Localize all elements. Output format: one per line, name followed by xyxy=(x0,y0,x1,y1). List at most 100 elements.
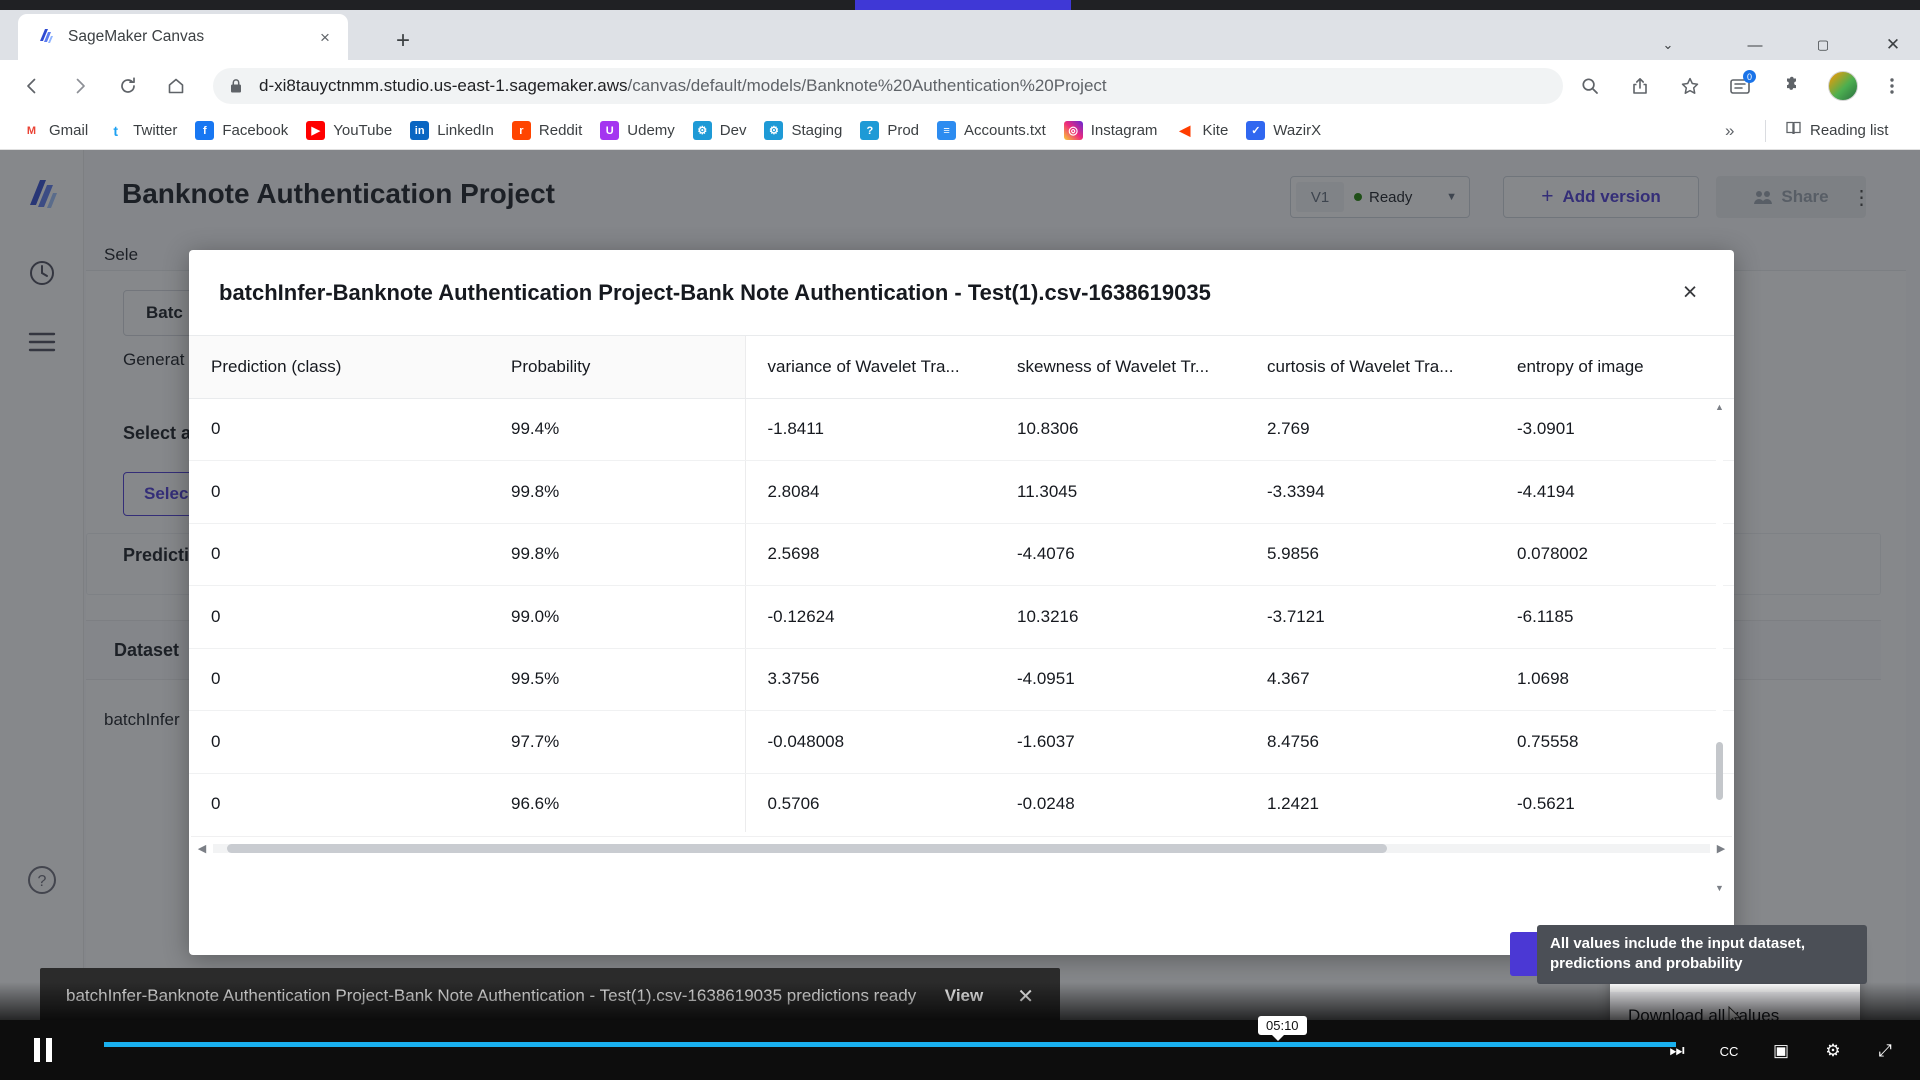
table-cell-entropy: 0.75558 xyxy=(1495,711,1734,774)
bookmark-linkedin[interactable]: inLinkedIn xyxy=(402,117,502,145)
scroll-up-arrow-icon[interactable]: ▲ xyxy=(1713,402,1726,416)
bookmarks-overflow-icon[interactable]: » xyxy=(1725,121,1734,141)
avatar[interactable] xyxy=(1828,71,1858,101)
table-cell-skewness: -0.0248 xyxy=(995,773,1245,832)
bookmark-label: YouTube xyxy=(333,122,392,139)
table-cell-prediction: 0 xyxy=(189,523,489,586)
scroll-down-arrow-icon[interactable]: ▼ xyxy=(1713,883,1726,897)
pause-icon[interactable] xyxy=(34,1038,56,1062)
bookmark-label: Udemy xyxy=(627,122,675,139)
horizontal-scrollbar[interactable]: ◀ ▶ xyxy=(191,836,1732,860)
table-row: 099.5%3.3756-4.09514.3671.0698 xyxy=(189,648,1734,711)
table-cell-probability: 99.0% xyxy=(489,586,745,649)
reading-list-label: Reading list xyxy=(1810,122,1888,139)
autoplay-icon[interactable]: ⏭ xyxy=(1664,1040,1690,1062)
bookmark-accounts-txt[interactable]: ≡Accounts.txt xyxy=(929,117,1054,145)
bookmark-youtube[interactable]: ▶ YouTube xyxy=(298,117,400,145)
three-dot-menu-icon[interactable] xyxy=(1874,68,1910,104)
table-cell-variance: 2.8084 xyxy=(745,461,995,524)
table-column-header: skewness of Wavelet Tr... xyxy=(995,336,1245,398)
modal-title: batchInfer-Banknote Authentication Proje… xyxy=(219,280,1211,306)
table-cell-probability: 97.7% xyxy=(489,711,745,774)
fullscreen-icon[interactable]: ⤢ xyxy=(1872,1040,1898,1062)
table-cell-skewness: -4.4076 xyxy=(995,523,1245,586)
bookmark-dev[interactable]: ⚙Dev xyxy=(685,117,755,145)
share-icon[interactable] xyxy=(1622,68,1658,104)
table-header-row: Prediction (class)Probabilityvariance of… xyxy=(189,336,1734,398)
predictions-table: Prediction (class)Probabilityvariance of… xyxy=(189,336,1734,832)
browser-tab-sagemaker-canvas[interactable]: SageMaker Canvas × xyxy=(18,14,348,60)
chevron-down-icon[interactable]: ⌄ xyxy=(1655,32,1681,58)
home-icon[interactable] xyxy=(158,68,194,104)
bookmark-instagram[interactable]: ◎Instagram xyxy=(1056,117,1166,145)
reddit-icon: r xyxy=(512,121,531,140)
extension-badge-icon[interactable]: 0 xyxy=(1722,68,1758,104)
table-cell-skewness: 10.8306 xyxy=(995,398,1245,461)
tab-close-icon[interactable]: × xyxy=(312,24,338,50)
table-cell-prediction: 0 xyxy=(189,586,489,649)
horizontal-scroll-thumb[interactable] xyxy=(227,844,1387,853)
horizontal-scroll-track[interactable] xyxy=(213,844,1710,853)
new-tab-button[interactable]: + xyxy=(388,26,418,56)
scroll-right-arrow-icon[interactable]: ▶ xyxy=(1710,842,1732,855)
table-cell-entropy: -3.0901 xyxy=(1495,398,1734,461)
bookmark-reddit[interactable]: rReddit xyxy=(504,117,590,145)
table-cell-skewness: 11.3045 xyxy=(995,461,1245,524)
table-cell-prediction: 0 xyxy=(189,648,489,711)
back-icon[interactable] xyxy=(14,68,50,104)
video-progress-track[interactable] xyxy=(104,1042,1676,1047)
bookmark-twitter[interactable]: tTwitter xyxy=(98,117,185,145)
star-icon[interactable] xyxy=(1672,68,1708,104)
table-cell-skewness: -1.6037 xyxy=(995,711,1245,774)
table-cell-curtosis: 2.769 xyxy=(1245,398,1495,461)
bookmark-udemy[interactable]: UUdemy xyxy=(592,117,683,145)
bookmark-wazirx[interactable]: ✓WazirX xyxy=(1238,117,1329,145)
table-cell-entropy: -6.1185 xyxy=(1495,586,1734,649)
table-cell-skewness: 10.3216 xyxy=(995,586,1245,649)
reading-list-button[interactable]: Reading list xyxy=(1785,120,1888,142)
bookmark-label: Prod xyxy=(887,122,919,139)
bookmarks-divider xyxy=(1765,120,1766,142)
window-close-button[interactable]: ✕ xyxy=(1880,32,1906,58)
table-cell-curtosis: 8.4756 xyxy=(1245,711,1495,774)
address-bar[interactable]: d-xi8tauyctnmm.studio.us-east-1.sagemake… xyxy=(213,68,1563,104)
table-cell-curtosis: 5.9856 xyxy=(1245,523,1495,586)
table-cell-variance: 3.3756 xyxy=(745,648,995,711)
magnifier-icon[interactable] xyxy=(1572,68,1608,104)
table-column-header: Probability xyxy=(489,336,745,398)
table-column-header: curtosis of Wavelet Tra... xyxy=(1245,336,1495,398)
bookmark-label: Gmail xyxy=(49,122,88,139)
table-cell-probability: 99.4% xyxy=(489,398,745,461)
window-maximize-button[interactable]: ▢ xyxy=(1810,32,1836,58)
table-cell-variance: 0.5706 xyxy=(745,773,995,832)
url-path: /canvas/default/models/Banknote%20Authen… xyxy=(628,76,1107,95)
bookmark-facebook[interactable]: fFacebook xyxy=(187,117,296,145)
window-minimize-button[interactable]: — xyxy=(1742,32,1768,58)
bookmark-kite[interactable]: ◀Kite xyxy=(1167,117,1236,145)
bookmark-label: LinkedIn xyxy=(437,122,494,139)
window-strip-accent xyxy=(855,0,1071,10)
bookmark-staging[interactable]: ⚙Staging xyxy=(756,117,850,145)
lock-icon xyxy=(229,78,247,94)
modal-header: batchInfer-Banknote Authentication Proje… xyxy=(189,250,1734,336)
captions-icon[interactable]: CC xyxy=(1716,1040,1742,1062)
settings-gear-icon[interactable]: ⚙ xyxy=(1820,1040,1846,1062)
scroll-left-arrow-icon[interactable]: ◀ xyxy=(191,842,213,855)
vertical-scroll-track[interactable] xyxy=(1716,416,1723,882)
forward-icon[interactable] xyxy=(62,68,98,104)
close-icon[interactable]: × xyxy=(1672,274,1708,310)
vertical-scrollbar[interactable]: ▲ ▼ xyxy=(1713,402,1726,897)
vertical-scroll-thumb[interactable] xyxy=(1716,742,1723,800)
predictions-table-clip: Prediction (class)Probabilityvariance of… xyxy=(189,336,1734,832)
wazirx-icon: ✓ xyxy=(1246,121,1265,140)
bookmark-gmail[interactable]: MGmail xyxy=(14,117,96,145)
quality-icon[interactable]: ▣ xyxy=(1768,1040,1794,1062)
text-file-icon: ≡ xyxy=(937,121,956,140)
extensions-puzzle-icon[interactable] xyxy=(1774,68,1810,104)
bookmark-prod[interactable]: ?Prod xyxy=(852,117,927,145)
table-cell-entropy: -4.4194 xyxy=(1495,461,1734,524)
download-tooltip: All values include the input dataset, pr… xyxy=(1537,925,1867,984)
table-cell-curtosis: -3.7121 xyxy=(1245,586,1495,649)
youtube-icon: ▶ xyxy=(306,121,325,140)
reload-icon[interactable] xyxy=(110,68,146,104)
